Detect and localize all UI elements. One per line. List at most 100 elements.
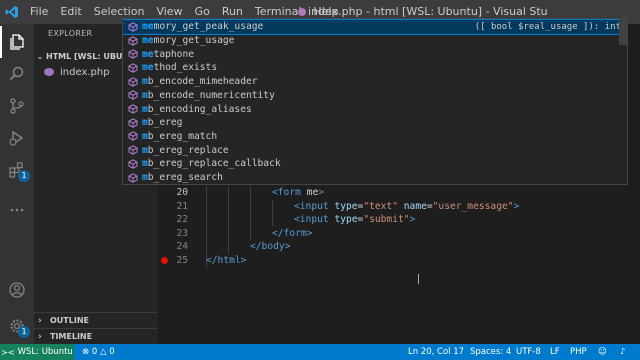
line-number: 20 [176,187,188,198]
problems-indicator[interactable]: ⊗ 0 △ 0 [82,344,115,360]
method-cube-icon [128,35,138,46]
suggest-match: me [142,35,154,47]
line-number: 23 [176,227,188,239]
suggest-widget[interactable]: me mory_get_peak_usage([ bool $real_usage… [122,18,628,185]
chevron-down-icon: ⌄ [36,51,44,61]
warning-count: 0 [109,347,115,357]
suggest-label: b_encoding_aliases [147,103,252,115]
chevron-right-icon: › [38,315,42,326]
code-line: 25 </html> [158,254,640,268]
code-token: <form [272,187,301,198]
source-control-icon[interactable] [0,90,34,122]
php-file-icon [44,68,54,76]
method-cube-icon [128,117,138,128]
method-cube-icon [128,76,138,87]
warning-icon: △ [99,347,107,357]
remote-label: WSL: Ubuntu [17,347,73,357]
suggest-match: me [142,62,154,74]
suggest-item[interactable]: m b_ereg_replace_callback [123,157,627,171]
explorer-title: EXPLORER [48,29,93,38]
line-number: 25 [176,255,188,266]
php-file-icon [298,8,306,16]
suggest-item[interactable]: m b_encoding_aliases [123,102,627,116]
cursor-position[interactable]: Ln 20, Col 17 [408,344,464,360]
end-of-line[interactable]: LF [550,344,560,360]
code-line: 21 <input type="text" name="user_message"… [158,200,640,214]
files-icon[interactable] [0,26,34,58]
extensions-badge: 1 [18,170,30,182]
feedback-icon[interactable]: ☺ [598,344,607,360]
suggest-label: b_ereg [147,117,183,129]
code-token: </form> [272,227,313,239]
suggest-label: b_encode_numericentity [147,89,275,101]
suggest-item[interactable]: m b_ereg_replace [123,143,627,157]
suggest-item[interactable]: m b_encode_numericentity [123,89,627,103]
method-cube-icon [128,90,138,101]
code-line: 22 <input type="submit"> [158,213,640,227]
suggest-label: b_encode_mimeheader [147,76,258,88]
code-line: 23 </form> [158,227,640,241]
indentation[interactable]: Spaces: 4 [470,344,511,360]
suggest-item[interactable]: me mory_get_peak_usage ([ bool $real_usage… [123,19,627,35]
code-token: <input [294,200,329,212]
suggest-label: b_ereg_replace [147,144,229,156]
code-token: "text" [363,200,398,212]
code-line: 24 </body> [158,240,640,254]
suggest-item[interactable]: me mory_get_usage [123,34,627,48]
bell-icon[interactable]: ♪ [620,344,625,360]
extensions-icon[interactable]: 1 [0,154,34,186]
encoding[interactable]: UTF-8 [516,344,541,360]
code-text: <input type="text" name="user_message"> [294,200,519,214]
code-text: <input type="submit"> [294,213,415,227]
search-icon[interactable] [0,58,34,90]
language-mode[interactable]: PHP [570,344,587,360]
suggest-item[interactable]: me taphone [123,47,627,61]
gear-icon[interactable]: 1 [0,310,34,342]
chevron-right-icon: › [38,331,42,342]
method-cube-icon [128,104,138,114]
account-icon[interactable] [0,274,34,306]
file-label: index.php [60,66,110,78]
mouse-cursor [418,274,424,284]
suggest-item[interactable]: m b_ereg [123,116,627,130]
timeline-section[interactable]: › TIMELINE [34,328,158,344]
error-icon: ⊗ [82,347,90,357]
code-token: name [403,200,427,212]
menu-edit[interactable]: Edit [54,0,87,24]
code-token: > [409,214,416,226]
method-cube-icon [128,49,138,60]
line-number: 24 [176,241,188,253]
code-token: > [318,187,324,198]
status-bar: ≻< WSL: Ubuntu ⊗ 0 △ 0 Ln 20, Col 17 Spa… [0,344,640,360]
code-text: </html> [206,254,246,268]
outline-section[interactable]: › OUTLINE [34,312,158,328]
suggest-item[interactable]: me thod_exists [123,61,627,75]
suggest-item[interactable]: m b_ereg_match [123,130,627,144]
method-cube-icon [128,159,138,169]
code-token: type [334,214,358,226]
code-token: type [334,200,358,212]
code-token: "user_message" [432,200,514,212]
suggest-label: b_ereg_replace_callback [147,158,281,170]
method-cube-icon [128,131,138,142]
suggest-scrollbar[interactable] [619,19,627,45]
remote-indicator[interactable]: ≻< WSL: Ubuntu [0,344,74,360]
method-cube-icon [128,145,138,155]
activity-bar: 1 1 [0,24,34,344]
ellipsis-icon[interactable] [0,194,34,226]
outline-label: OUTLINE [50,316,89,325]
suggest-label: mory_get_peak_usage [153,21,264,33]
code-token: > [513,200,520,212]
suggest-item[interactable]: m b_encode_mimeheader [123,75,627,89]
remote-icon: ≻< [1,347,15,357]
code-token: me [300,187,319,198]
vscode-logo-icon [0,0,24,24]
run-debug-icon[interactable] [0,122,34,154]
code-text: </form> [272,227,312,241]
suggest-item[interactable]: m b_ereg_search [123,171,627,184]
suggest-label: b_ereg_match [147,130,218,142]
code-text: <form me> [272,186,324,200]
menu-file[interactable]: File [24,0,54,24]
code-text: </body> [250,240,290,254]
code-token: <input [294,214,329,226]
